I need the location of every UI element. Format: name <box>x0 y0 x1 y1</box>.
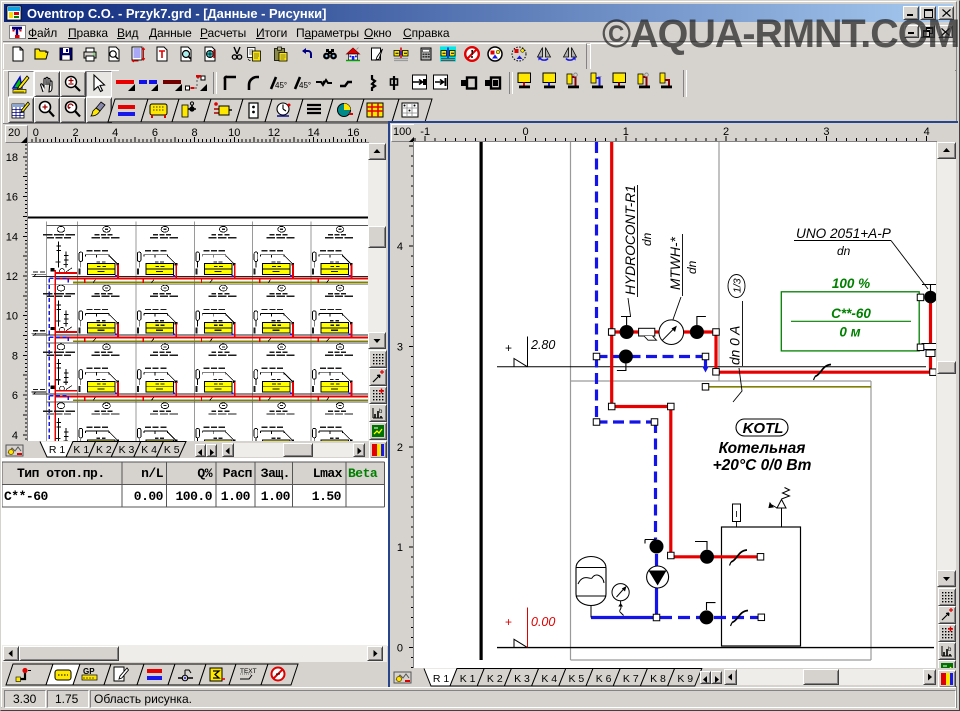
svg-text:3: 3 <box>397 342 403 354</box>
svg-text:K 3: K 3 <box>119 444 135 456</box>
svg-text:K 5: K 5 <box>569 673 585 685</box>
svg-text:2: 2 <box>72 127 78 139</box>
svg-text:K 6: K 6 <box>596 673 612 685</box>
svg-text:3: 3 <box>823 126 829 138</box>
svg-text:8: 8 <box>192 127 198 139</box>
svg-text:4: 4 <box>112 127 118 139</box>
svg-text:K 3: K 3 <box>514 673 530 685</box>
svg-text:K 4: K 4 <box>541 673 557 685</box>
svg-text:C**-60: C**-60 <box>831 306 871 321</box>
svg-text:dn: dn <box>685 260 699 274</box>
svg-text:dn: dn <box>837 244 851 258</box>
svg-text:Котельная: Котельная <box>719 440 806 457</box>
svg-text:K 4: K 4 <box>141 444 157 456</box>
svg-text:0: 0 <box>33 127 39 139</box>
svg-text:dn 0 A: dn 0 A <box>728 326 743 365</box>
svg-text:b: b <box>379 409 383 415</box>
svg-text:14: 14 <box>308 127 320 139</box>
svg-text:1/3: 1/3 <box>732 278 744 293</box>
svg-text:+: + <box>505 341 512 355</box>
svg-text:-1: -1 <box>420 126 430 138</box>
svg-text:12: 12 <box>6 271 18 283</box>
svg-text:0: 0 <box>522 126 528 138</box>
svg-text:6: 6 <box>152 127 158 139</box>
svg-text:K 1: K 1 <box>460 673 476 685</box>
svg-text:16: 16 <box>347 127 359 139</box>
svg-text:2.80: 2.80 <box>530 338 555 352</box>
svg-text:45°: 45° <box>275 81 287 90</box>
svg-text:18: 18 <box>6 152 18 164</box>
svg-text:10: 10 <box>6 311 18 323</box>
svg-text:K 2: K 2 <box>96 444 112 456</box>
svg-text:0: 0 <box>397 642 403 654</box>
svg-text:0 м: 0 м <box>839 325 860 340</box>
svg-text:MTWH-*: MTWH-* <box>668 236 683 290</box>
svg-text:R 1: R 1 <box>49 444 66 456</box>
svg-text:R 1: R 1 <box>433 673 450 685</box>
svg-text:16: 16 <box>6 192 18 204</box>
svg-text:b: b <box>948 647 952 653</box>
svg-text:K 2: K 2 <box>487 673 503 685</box>
svg-text:K 8: K 8 <box>650 673 666 685</box>
svg-text:KOTL: KOTL <box>743 420 784 437</box>
svg-text:1: 1 <box>397 542 403 554</box>
svg-text:1: 1 <box>623 126 629 138</box>
svg-text:45°: 45° <box>299 81 311 90</box>
svg-text:2: 2 <box>397 442 403 454</box>
svg-text:HYDROCONT-R1: HYDROCONT-R1 <box>623 185 638 295</box>
svg-text:10: 10 <box>228 127 240 139</box>
svg-text:K 1: K 1 <box>73 444 89 456</box>
svg-text:+: + <box>505 615 512 629</box>
svg-text:4: 4 <box>397 241 403 253</box>
svg-text:dn: dn <box>640 232 654 246</box>
svg-text:8: 8 <box>12 350 18 362</box>
svg-text:K 5: K 5 <box>164 444 180 456</box>
svg-text:+20°C 0/0 Вт: +20°C 0/0 Вт <box>713 457 812 474</box>
svg-text:K 9: K 9 <box>677 673 693 685</box>
svg-text:2: 2 <box>723 126 729 138</box>
svg-text:K 7: K 7 <box>623 673 639 685</box>
svg-text:14: 14 <box>6 231 18 243</box>
svg-text:0.00: 0.00 <box>531 615 555 629</box>
svg-text:100 %: 100 % <box>832 276 870 291</box>
svg-text:12: 12 <box>268 127 280 139</box>
svg-text:4: 4 <box>924 126 930 138</box>
svg-text:6: 6 <box>12 390 18 402</box>
svg-text:UNO 2051+A-P: UNO 2051+A-P <box>796 226 891 241</box>
